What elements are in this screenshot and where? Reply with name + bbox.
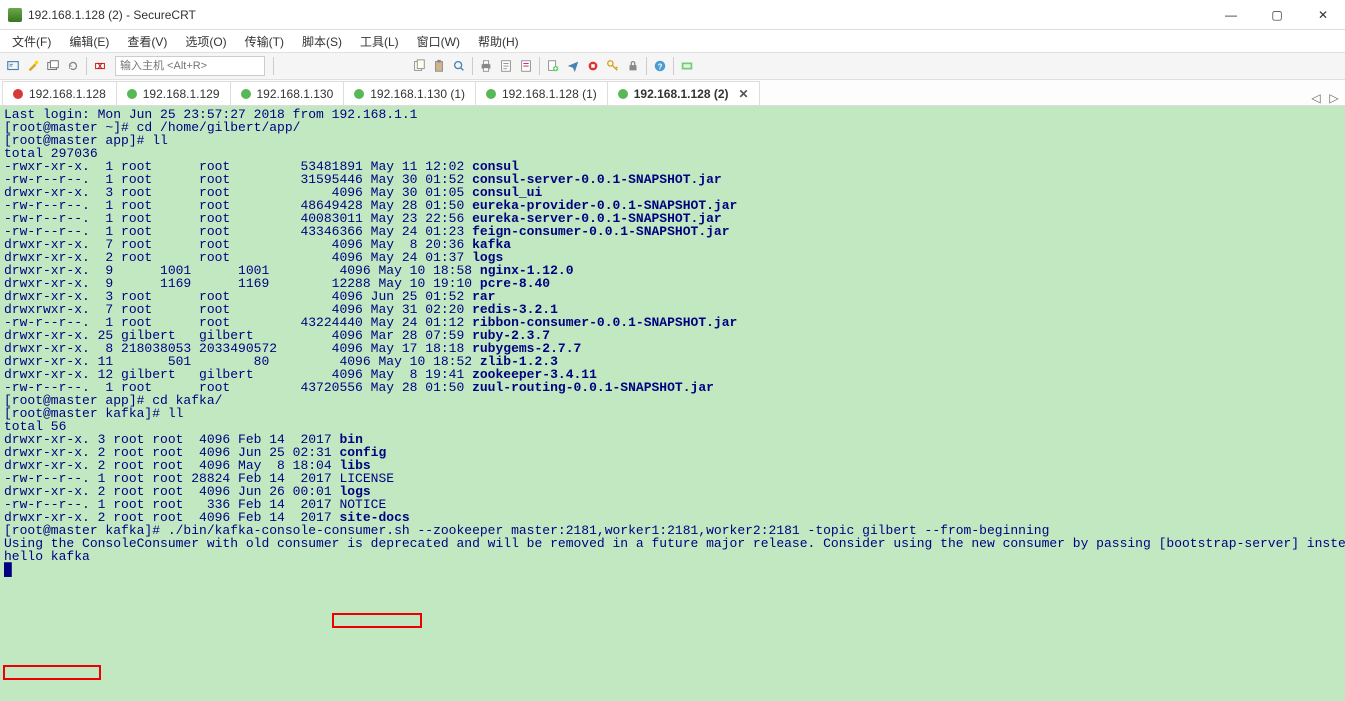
- tabbar: 192.168.1.128 192.168.1.129 192.168.1.13…: [0, 80, 1345, 106]
- status-dot-icon: [354, 89, 364, 99]
- toggle-icon[interactable]: [678, 57, 696, 75]
- properties-icon[interactable]: [497, 57, 515, 75]
- maximize-button[interactable]: ▢: [1263, 5, 1291, 25]
- send-icon[interactable]: [564, 57, 582, 75]
- app-icon: [8, 8, 22, 22]
- tab-label: 192.168.1.130 (1): [370, 87, 465, 101]
- tab-4[interactable]: 192.168.1.128 (1): [475, 81, 608, 105]
- tab-3[interactable]: 192.168.1.130 (1): [343, 81, 476, 105]
- window-controls: — ▢ ✕: [1217, 5, 1337, 25]
- reconnect-icon[interactable]: [64, 57, 82, 75]
- tab-2[interactable]: 192.168.1.130: [230, 81, 345, 105]
- menu-edit[interactable]: 编辑(E): [61, 31, 117, 52]
- paste-icon[interactable]: [430, 57, 448, 75]
- sessions-icon[interactable]: [44, 57, 62, 75]
- status-dot-icon: [486, 89, 496, 99]
- key-icon[interactable]: [604, 57, 622, 75]
- output-line: hello kafka: [4, 549, 90, 564]
- separator: [646, 57, 647, 75]
- tab-right-arrow-icon[interactable]: ▷: [1325, 91, 1343, 105]
- tab-0[interactable]: 192.168.1.128: [2, 81, 117, 105]
- menu-window[interactable]: 窗口(W): [409, 31, 468, 52]
- status-dot-icon: [241, 89, 251, 99]
- quickconnect-icon[interactable]: [24, 57, 42, 75]
- cursor: █: [4, 562, 12, 577]
- tab-1[interactable]: 192.168.1.129: [116, 81, 231, 105]
- separator: [472, 57, 473, 75]
- highlight-box-hello: [3, 665, 101, 680]
- tab-label: 192.168.1.129: [143, 87, 220, 101]
- disconnect-icon[interactable]: [91, 57, 109, 75]
- tab-label: 192.168.1.130: [257, 87, 334, 101]
- help-icon[interactable]: ?: [651, 57, 669, 75]
- svg-text:?: ?: [658, 63, 663, 72]
- connect-icon[interactable]: [4, 57, 22, 75]
- menu-transfer[interactable]: 传输(T): [237, 31, 292, 52]
- find-icon[interactable]: [450, 57, 468, 75]
- menu-tools[interactable]: 工具(L): [352, 31, 407, 52]
- menu-file[interactable]: 文件(F): [4, 31, 59, 52]
- close-button[interactable]: ✕: [1309, 5, 1337, 25]
- titlebar: 192.168.1.128 (2) - SecureCRT — ▢ ✕: [0, 0, 1345, 30]
- lock-icon[interactable]: [624, 57, 642, 75]
- status-dot-icon: [127, 89, 137, 99]
- host-input[interactable]: [115, 56, 265, 76]
- minimize-button[interactable]: —: [1217, 5, 1245, 25]
- new-icon[interactable]: [544, 57, 562, 75]
- separator: [539, 57, 540, 75]
- stop-icon[interactable]: [584, 57, 602, 75]
- separator: [273, 57, 274, 75]
- status-dot-icon: [618, 89, 628, 99]
- print-icon[interactable]: [477, 57, 495, 75]
- filename: zuul-routing-0.0.1-SNAPSHOT.jar: [472, 380, 714, 395]
- menu-script[interactable]: 脚本(S): [294, 31, 350, 52]
- status-dot-icon: [13, 89, 23, 99]
- menu-help[interactable]: 帮助(H): [470, 31, 527, 52]
- highlight-box-consumer: [332, 613, 422, 628]
- menu-option[interactable]: 选项(O): [177, 31, 234, 52]
- window-title: 192.168.1.128 (2) - SecureCRT: [28, 8, 1217, 22]
- menu-view[interactable]: 查看(V): [119, 31, 175, 52]
- line: Using the ConsoleConsumer with old consu…: [4, 536, 1345, 551]
- options-icon[interactable]: [517, 57, 535, 75]
- tab-close-icon[interactable]: ✕: [739, 87, 749, 101]
- tab-label: 192.168.1.128: [29, 87, 106, 101]
- tab-label: 192.168.1.128 (2): [634, 87, 729, 101]
- tab-label: 192.168.1.128 (1): [502, 87, 597, 101]
- menubar: 文件(F) 编辑(E) 查看(V) 选项(O) 传输(T) 脚本(S) 工具(L…: [0, 30, 1345, 52]
- copy-icon[interactable]: [410, 57, 428, 75]
- separator: [86, 57, 87, 75]
- separator: [673, 57, 674, 75]
- tab-left-arrow-icon[interactable]: ◁: [1307, 91, 1325, 105]
- toolbar: ?: [0, 52, 1345, 80]
- tab-5[interactable]: 192.168.1.128 (2) ✕: [607, 81, 760, 105]
- terminal[interactable]: Last login: Mon Jun 25 23:57:27 2018 fro…: [0, 106, 1345, 701]
